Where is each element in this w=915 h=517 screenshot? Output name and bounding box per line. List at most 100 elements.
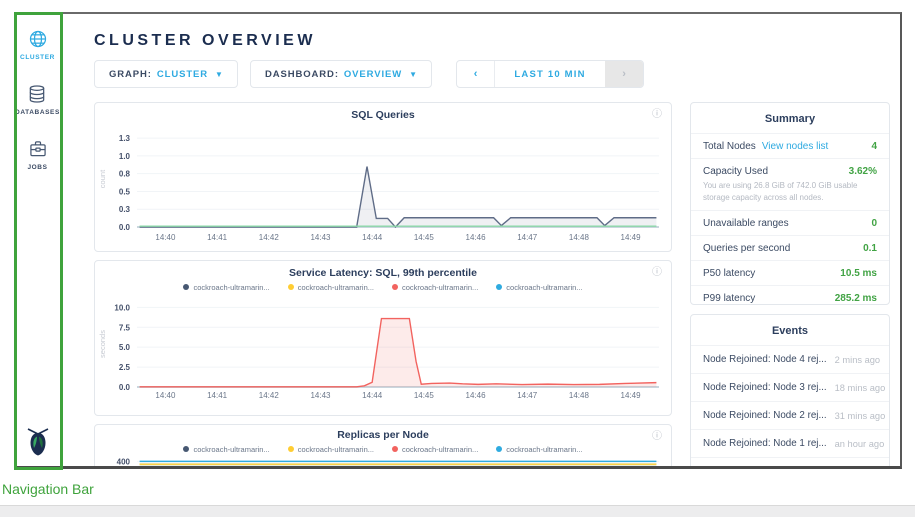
legend-item[interactable]: cockroach-ultramarin... bbox=[392, 283, 478, 292]
controls-bar: GRAPH: CLUSTER ▼ DASHBOARD: OVERVIEW ▼ ‹… bbox=[94, 60, 644, 88]
info-icon[interactable]: ⓘ bbox=[652, 268, 662, 278]
page-title: CLUSTER OVERVIEW bbox=[94, 32, 316, 50]
svg-text:14:41: 14:41 bbox=[207, 391, 228, 400]
chart-title: SQL Queries bbox=[95, 109, 671, 121]
view-nodes-list-link[interactable]: View nodes list bbox=[762, 141, 829, 152]
navigation-bar-annotation-label: Navigation Bar bbox=[2, 481, 94, 497]
event-row[interactable]: Node Rejoined: Node 4 rej... an hour ago bbox=[691, 457, 889, 469]
svg-text:seconds: seconds bbox=[98, 330, 107, 358]
replicas-per-node-chart-panel: Replicas per Node ⓘ cockroach-ultramarin… bbox=[94, 424, 672, 469]
svg-text:0.5: 0.5 bbox=[119, 187, 131, 196]
summary-label: P50 latency bbox=[703, 268, 755, 279]
svg-text:14:47: 14:47 bbox=[517, 391, 538, 400]
svg-text:14:49: 14:49 bbox=[621, 391, 642, 400]
legend-dot-icon bbox=[288, 284, 294, 290]
svg-text:14:44: 14:44 bbox=[362, 391, 383, 400]
info-icon[interactable]: ⓘ bbox=[652, 432, 662, 442]
legend-item[interactable]: cockroach-ultramarin... bbox=[183, 445, 269, 454]
svg-text:14:43: 14:43 bbox=[310, 233, 331, 242]
sidebar-item-label: DATABASES bbox=[15, 109, 60, 116]
legend-item[interactable]: cockroach-ultramarin... bbox=[496, 283, 582, 292]
event-row[interactable]: Node Rejoined: Node 4 rej... 2 mins ago bbox=[691, 345, 889, 373]
svg-text:count: count bbox=[98, 169, 107, 188]
summary-value: 3.62% bbox=[849, 166, 877, 177]
events-title: Events bbox=[691, 315, 889, 345]
event-row[interactable]: Node Rejoined: Node 3 rej... 18 mins ago bbox=[691, 373, 889, 401]
briefcase-icon bbox=[27, 138, 49, 160]
legend-item[interactable]: cockroach-ultramarin... bbox=[288, 283, 374, 292]
page-bottom-strip bbox=[0, 505, 915, 517]
summary-row-capacity-used: Capacity Used 3.62% You are using 26.8 G… bbox=[691, 158, 889, 210]
chart-svg: 0.00.30.50.81.01.314:4014:4114:4214:4314… bbox=[95, 121, 671, 247]
summary-value: 0 bbox=[871, 218, 877, 229]
legend-dot-icon bbox=[183, 284, 189, 290]
summary-row-p99-latency: P99 latency 285.2 ms bbox=[691, 285, 889, 310]
svg-text:14:41: 14:41 bbox=[207, 233, 228, 242]
legend-dot-icon bbox=[288, 446, 294, 452]
svg-text:14:46: 14:46 bbox=[466, 233, 487, 242]
legend-dot-icon bbox=[392, 284, 398, 290]
chart-legend: cockroach-ultramarin... cockroach-ultrama… bbox=[95, 281, 671, 293]
svg-text:14:43: 14:43 bbox=[310, 391, 331, 400]
cockroachdb-logo[interactable] bbox=[14, 428, 62, 456]
time-next-button[interactable]: › bbox=[605, 61, 643, 87]
database-icon bbox=[26, 83, 48, 105]
summary-value: 10.5 ms bbox=[840, 268, 877, 279]
sidebar-item-cluster[interactable]: CLUSTER bbox=[20, 28, 55, 61]
legend-item[interactable]: cockroach-ultramarin... bbox=[288, 445, 374, 454]
summary-panel: Summary Total Nodes View nodes list 4 Ca… bbox=[690, 102, 890, 305]
legend-item[interactable]: cockroach-ultramarin... bbox=[183, 283, 269, 292]
legend-label: cockroach-ultramarin... bbox=[193, 445, 269, 454]
sidebar-item-databases[interactable]: DATABASES bbox=[15, 83, 60, 116]
svg-text:14:42: 14:42 bbox=[259, 233, 280, 242]
dashboard-dropdown-value: OVERVIEW bbox=[344, 69, 402, 80]
summary-row-total-nodes: Total Nodes View nodes list 4 bbox=[691, 133, 889, 158]
svg-text:14:46: 14:46 bbox=[466, 391, 487, 400]
app-window: CLUSTER DATABASES bbox=[14, 12, 902, 469]
svg-text:14:45: 14:45 bbox=[414, 233, 435, 242]
legend-dot-icon bbox=[496, 446, 502, 452]
event-time: 2 mins ago bbox=[827, 355, 880, 365]
event-row[interactable]: Node Rejoined: Node 2 rej... 31 mins ago bbox=[691, 401, 889, 429]
svg-text:14:48: 14:48 bbox=[569, 391, 590, 400]
events-panel: Events Node Rejoined: Node 4 rej... 2 mi… bbox=[690, 314, 890, 469]
legend-label: cockroach-ultramarin... bbox=[298, 445, 374, 454]
chart-title: Service Latency: SQL, 99th percentile bbox=[95, 267, 671, 279]
summary-row-queries-per-second: Queries per second 0.1 bbox=[691, 235, 889, 260]
graph-dropdown[interactable]: GRAPH: CLUSTER ▼ bbox=[94, 60, 238, 88]
globe-icon bbox=[27, 28, 49, 50]
sidebar-item-jobs[interactable]: JOBS bbox=[27, 138, 49, 171]
page: CLUSTER DATABASES bbox=[0, 0, 915, 517]
legend-dot-icon bbox=[392, 446, 398, 452]
time-range-label[interactable]: LAST 10 MIN bbox=[495, 61, 605, 87]
svg-text:1.3: 1.3 bbox=[119, 134, 131, 143]
event-text: Node Rejoined: Node 3 rej... bbox=[703, 382, 827, 393]
sidebar-item-label: CLUSTER bbox=[20, 54, 55, 61]
dashboard-dropdown[interactable]: DASHBOARD: OVERVIEW ▼ bbox=[250, 60, 432, 88]
svg-text:5.0: 5.0 bbox=[119, 343, 131, 352]
legend-label: cockroach-ultramarin... bbox=[402, 283, 478, 292]
legend-item[interactable]: cockroach-ultramarin... bbox=[496, 445, 582, 454]
svg-text:10.0: 10.0 bbox=[114, 303, 130, 312]
summary-label: Unavailable ranges bbox=[703, 218, 789, 229]
navigation-bar: CLUSTER DATABASES bbox=[14, 14, 62, 466]
svg-text:14:40: 14:40 bbox=[155, 391, 176, 400]
event-row[interactable]: Node Rejoined: Node 1 rej... an hour ago bbox=[691, 429, 889, 457]
time-prev-button[interactable]: ‹ bbox=[457, 61, 495, 87]
summary-label: P99 latency bbox=[703, 293, 755, 304]
legend-dot-icon bbox=[183, 446, 189, 452]
svg-text:14:42: 14:42 bbox=[259, 391, 280, 400]
legend-label: cockroach-ultramarin... bbox=[298, 283, 374, 292]
legend-item[interactable]: cockroach-ultramarin... bbox=[392, 445, 478, 454]
event-time: 31 mins ago bbox=[827, 411, 886, 421]
svg-text:1.0: 1.0 bbox=[119, 152, 131, 161]
event-time: an hour ago bbox=[827, 439, 885, 449]
svg-text:14:47: 14:47 bbox=[517, 233, 538, 242]
sidebar-item-label: JOBS bbox=[27, 164, 47, 171]
info-icon[interactable]: ⓘ bbox=[652, 110, 662, 120]
svg-text:14:49: 14:49 bbox=[621, 233, 642, 242]
summary-label: Queries per second bbox=[703, 243, 790, 254]
graph-dropdown-value: CLUSTER bbox=[157, 69, 208, 80]
svg-text:14:45: 14:45 bbox=[414, 391, 435, 400]
capacity-description: You are using 26.8 GiB of 742.0 GiB usab… bbox=[703, 180, 877, 204]
